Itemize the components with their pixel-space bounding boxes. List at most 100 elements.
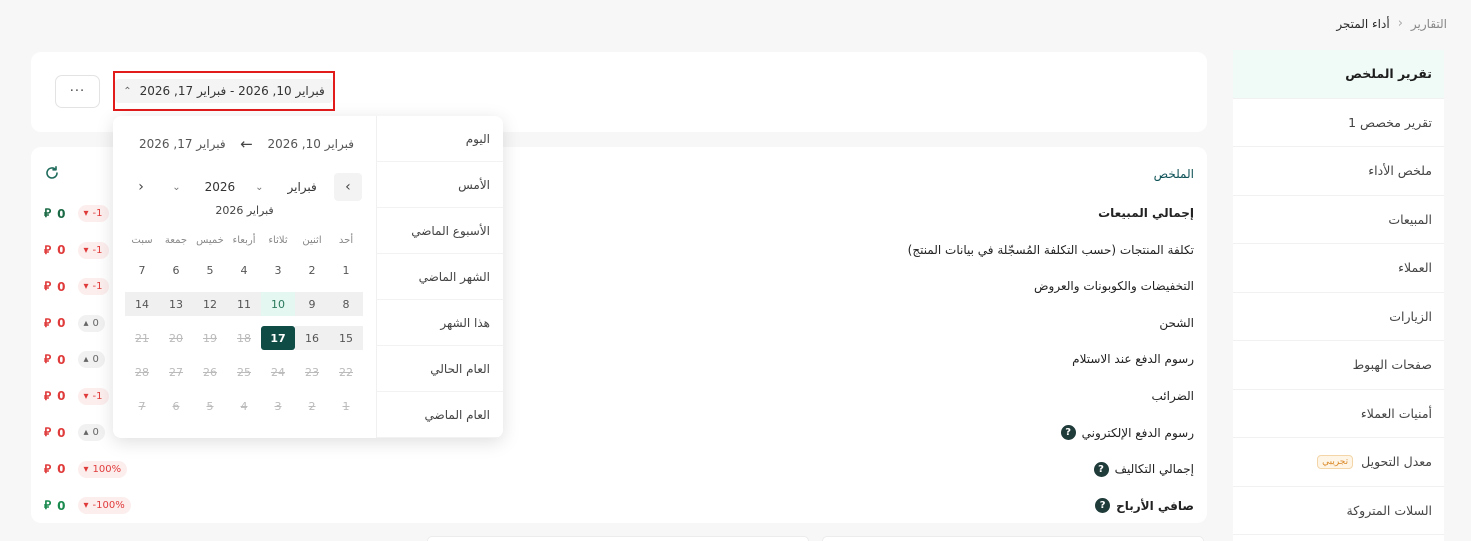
- sidebar-item-customers[interactable]: العملاء: [1233, 244, 1444, 293]
- sidebar-item-label: تقرير الملخص: [1345, 66, 1432, 82]
- triangle-down-icon: ▾: [83, 500, 89, 511]
- refresh-icon[interactable]: [44, 165, 60, 181]
- preset-this-month[interactable]: هذا الشهر: [377, 300, 503, 346]
- calendar-day[interactable]: 12: [193, 292, 227, 316]
- calendar-day[interactable]: 8: [329, 292, 363, 316]
- chevron-down-icon: ⌄: [255, 181, 264, 193]
- metric-label: التخفيضات والكوبونات والعروض: [1034, 279, 1194, 293]
- weekday-label: اثنين: [302, 235, 322, 246]
- calendar-day[interactable]: 1: [329, 258, 363, 282]
- triangle-down-icon: ▾: [83, 463, 89, 475]
- chevron-up-icon: ⌃: [123, 85, 132, 97]
- sidebar-item-abandoned-carts[interactable]: السلات المتروكة: [1233, 487, 1444, 535]
- next-month-button[interactable]: ›: [127, 173, 155, 201]
- metric-value: ⃁ 0: [44, 462, 66, 477]
- calendar-day[interactable]: 4: [227, 258, 261, 282]
- calendar-day[interactable]: 11: [227, 292, 261, 316]
- preset-today[interactable]: اليوم: [377, 116, 503, 162]
- sidebar-item-summary-report[interactable]: تقرير الملخص: [1233, 50, 1444, 99]
- calendar-day[interactable]: 15: [329, 326, 363, 350]
- calendar-day[interactable]: 7: [125, 258, 159, 282]
- date-picker-popup: اليوم الأمس الأسبوع الماضي الشهر الماضي …: [113, 116, 503, 438]
- previous-month-button[interactable]: ‹: [333, 173, 362, 201]
- calendar-day[interactable]: 2: [295, 258, 329, 282]
- calendar-day[interactable]: 13: [159, 292, 193, 316]
- calendar-day: 25: [237, 365, 251, 379]
- help-icon[interactable]: ?: [1060, 425, 1076, 440]
- calendar-day[interactable]: 17: [261, 326, 295, 350]
- sidebar-item-landing-pages[interactable]: صفحات الهبوط: [1233, 341, 1444, 390]
- range-start: فبراير 10, 2026: [267, 137, 354, 151]
- preset-last-month[interactable]: الشهر الماضي: [377, 254, 503, 300]
- month-title: فبراير 2026: [215, 204, 274, 217]
- preset-last-year[interactable]: العام الماضي: [377, 392, 503, 438]
- metric-value: ⃁ 0: [44, 389, 66, 404]
- year-select[interactable]: 2026 ⌄: [172, 180, 235, 194]
- calendar-day: 20: [169, 331, 183, 345]
- metric-label: إجمالي التكاليف: [1114, 462, 1194, 476]
- summary-row: إجمالي التكاليف? ⃁ 0 ▾ 100%: [44, 453, 1194, 490]
- sidebar-item-conversion-rate[interactable]: معدل التحويل تجريبي: [1233, 438, 1444, 487]
- change-badge: ▾ -1: [77, 241, 109, 259]
- help-icon[interactable]: ?: [1093, 461, 1109, 477]
- breadcrumb-reports-link[interactable]: التقارير: [1411, 17, 1447, 31]
- metric-amount: 0: [57, 316, 66, 330]
- metric-value: ⃁ 0: [44, 425, 66, 440]
- summary-row-label: رسوم الدفع الإلكتروني?: [1060, 425, 1194, 440]
- calendar-week: 8 9 10 11 12 13 14: [125, 287, 363, 321]
- calendar-day[interactable]: 6: [159, 258, 193, 282]
- weekday-label: أربعاء: [232, 235, 256, 246]
- weekday-label: جمعة: [164, 235, 188, 246]
- riyal-icon: ⃁: [44, 461, 52, 476]
- date-range-button[interactable]: فبراير 10, 2026 - فبراير 17, 2026 ⌃: [113, 71, 335, 111]
- sidebar-item-label: ملخص الأداء: [1368, 163, 1432, 179]
- metric-value: ⃁ 0: [44, 352, 66, 367]
- change-badge: ▾ -1: [77, 205, 109, 222]
- calendar-day[interactable]: 14: [125, 292, 159, 316]
- date-presets: اليوم الأمس الأسبوع الماضي الشهر الماضي …: [376, 116, 503, 438]
- calendar-week: 22 23 24 25 26 27 28: [125, 355, 363, 389]
- month-select[interactable]: فبراير ⌄: [255, 180, 317, 194]
- calendar-day[interactable]: 10: [261, 292, 295, 316]
- change-value: 100%: [92, 463, 122, 475]
- breadcrumb-current: أداء المتجر: [1336, 16, 1390, 31]
- triangle-down-icon: ▾: [83, 208, 89, 219]
- summary-row-label: صافي الأرباح?: [1095, 498, 1194, 513]
- metric-label: رسوم الدفع عند الاستلام: [1072, 352, 1194, 366]
- preset-this-year[interactable]: العام الحالي: [377, 346, 503, 392]
- more-options-button[interactable]: ···: [55, 75, 100, 108]
- sidebar-item-visits[interactable]: الزيارات: [1233, 293, 1444, 341]
- metric-amount: 0: [57, 279, 66, 294]
- change-value: 0: [92, 317, 99, 329]
- sidebar-item-sales[interactable]: المبيعات: [1233, 196, 1444, 244]
- sidebar-item-wishlists[interactable]: أمنيات العملاء: [1233, 390, 1444, 438]
- calendar-week: 1234567: [125, 253, 363, 287]
- summary-row: صافي الأرباح? ⃁ 0 ▾ -100%: [44, 489, 1194, 526]
- sidebar-item-performance-summary[interactable]: ملخص الأداء: [1233, 147, 1444, 196]
- calendar-day: 3: [274, 399, 282, 413]
- summary-row-label: إجمالي المبيعات: [1098, 206, 1194, 220]
- calendar-day[interactable]: 16: [295, 326, 329, 350]
- metric-value: ⃁ 0: [44, 243, 66, 258]
- weekday-label: خميس: [196, 235, 224, 246]
- sidebar-item-custom-report[interactable]: تقرير مخصص 1: [1233, 99, 1444, 147]
- summary-row-label: الشحن: [1159, 316, 1194, 330]
- riyal-icon: ⃁: [44, 425, 52, 439]
- preset-last-week[interactable]: الأسبوع الماضي: [377, 208, 503, 254]
- metric-value: ⃁ 0: [44, 206, 66, 221]
- help-icon[interactable]: ?: [1095, 498, 1111, 513]
- riyal-icon: ⃁: [44, 206, 52, 220]
- riyal-icon: ⃁: [44, 315, 52, 330]
- calendar-day[interactable]: 9: [295, 292, 329, 316]
- calendar-day: 18: [237, 331, 251, 345]
- bottom-card-hint: [822, 536, 1204, 541]
- calendar-day[interactable]: 3: [261, 258, 295, 282]
- metric-label: صافي الأرباح: [1116, 498, 1194, 513]
- summary-row-value: ⃁ 0 ▴ 0: [44, 314, 105, 332]
- metric-value: ⃁ 0: [44, 279, 66, 294]
- calendar-day: 1: [342, 399, 350, 413]
- preset-yesterday[interactable]: الأمس: [377, 162, 503, 208]
- calendar-day[interactable]: 5: [193, 258, 227, 282]
- change-value: -100%: [92, 500, 125, 511]
- calendar-day: 22: [339, 365, 353, 379]
